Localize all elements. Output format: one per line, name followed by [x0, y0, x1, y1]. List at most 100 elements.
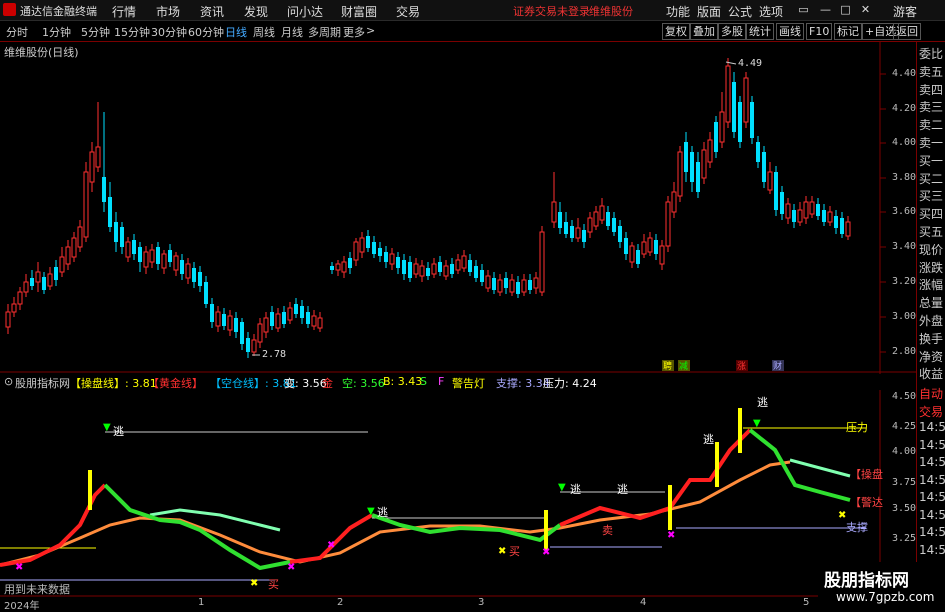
escape-signal-2: 逃: [377, 506, 388, 519]
restore-window-icon[interactable]: ▭: [796, 2, 811, 17]
event-tag-zhang[interactable]: 涨: [737, 359, 746, 372]
close-icon[interactable]: ✕: [858, 2, 873, 17]
menu-caifuquan[interactable]: 财富圈: [341, 3, 377, 20]
period-monthly[interactable]: 月线: [281, 24, 303, 40]
candle-body: [108, 197, 112, 227]
menu-faxian[interactable]: 发现: [244, 3, 268, 20]
candle-body: [822, 210, 826, 222]
candle-body: [17, 291, 23, 305]
menu-gongneng[interactable]: 功能: [666, 3, 690, 20]
menu-gongshi[interactable]: 公式: [728, 3, 752, 20]
maximize-icon[interactable]: □: [838, 2, 853, 17]
menu-shichang[interactable]: 市场: [156, 3, 180, 20]
candle-body: [95, 146, 101, 168]
indicator-name[interactable]: 股朋指标网: [15, 375, 70, 391]
tool-diejia[interactable]: 叠加: [690, 23, 718, 40]
period-fenshi[interactable]: 分时: [6, 24, 28, 40]
gear-icon[interactable]: ⊙: [4, 375, 13, 388]
menu-jiaoyi[interactable]: 交易: [396, 3, 420, 20]
period-5min[interactable]: 5分钟: [81, 24, 110, 40]
svg-text:✖: ✖: [15, 562, 23, 573]
candle-body: [443, 265, 449, 277]
candlestick-chart[interactable]: [0, 42, 916, 374]
indicator-chart[interactable]: ▼ ▼ ▼ ▼ ✖ ✖ ✖ ✖ ✖ ✖ ✖ ✖: [0, 390, 916, 597]
auto-trade-label[interactable]: 自动: [919, 385, 943, 402]
price-axis-label: 4.40: [892, 68, 917, 79]
tool-f10[interactable]: F10: [806, 23, 833, 40]
tool-fuquan[interactable]: 复权: [662, 23, 690, 40]
candle-body: [792, 210, 796, 222]
candle-body: [5, 311, 11, 328]
candle-body: [714, 122, 718, 152]
guest-label[interactable]: 游客: [893, 3, 917, 20]
time-label: 14:5: [919, 437, 945, 452]
minimize-icon[interactable]: —: [818, 2, 833, 17]
period-30min[interactable]: 30分钟: [151, 24, 187, 40]
watermark-title: 股朋指标网: [824, 571, 909, 591]
quote-field-label: 卖三: [919, 100, 944, 115]
svg-text:✖: ✖: [287, 562, 295, 573]
candle-body: [173, 255, 179, 271]
escape-signal-1: 逃: [113, 425, 124, 438]
menu-hangqing[interactable]: 行情: [112, 3, 136, 20]
candle-body: [509, 279, 515, 293]
tool-fanhui[interactable]: 返回: [893, 23, 921, 40]
quote-field-label: 收益: [919, 367, 944, 382]
menu-banmian[interactable]: 版面: [697, 3, 721, 20]
event-tag-jian[interactable]: 减: [679, 359, 688, 372]
indicator-axis-label: 3.25: [892, 533, 917, 544]
candle-body: [504, 278, 508, 288]
candle-body: [774, 172, 778, 210]
period-multi[interactable]: 多周期: [308, 24, 341, 40]
price-axis-label: 3.60: [892, 206, 917, 217]
candle-body: [83, 171, 89, 238]
tool-biaoji[interactable]: 标记: [834, 23, 862, 40]
high-price-label: 4.49: [738, 58, 763, 69]
candle-body: [485, 275, 491, 289]
candle-body: [767, 171, 773, 191]
tool-duogu[interactable]: 多股: [718, 23, 746, 40]
period-daily[interactable]: 日线: [225, 24, 247, 40]
candle-body: [275, 313, 281, 329]
date-label-year: 2024年: [4, 601, 40, 612]
buy-signal-1: 买: [509, 545, 520, 558]
quote-field-label: 卖一: [919, 136, 944, 150]
quote-field-label: 买一: [919, 153, 944, 168]
menu-wenxiaoda[interactable]: 问小达: [287, 3, 323, 20]
candle-body: [419, 265, 425, 277]
event-tag-cai[interactable]: 财: [773, 359, 782, 372]
tool-huaxian[interactable]: 画线: [776, 23, 804, 40]
auto-trade-label[interactable]: 交易: [919, 403, 943, 420]
period-weekly[interactable]: 周线: [253, 24, 275, 40]
tool-tongji[interactable]: 统计: [746, 23, 774, 40]
candle-body: [570, 226, 574, 238]
candle-body: [582, 230, 586, 242]
period-60min[interactable]: 60分钟: [188, 24, 224, 40]
candle-body: [65, 246, 71, 265]
candle-body: [480, 270, 484, 282]
indicator-axis-label: 3.75: [892, 477, 917, 488]
candle-body: [215, 311, 221, 327]
candle-body: [161, 253, 167, 269]
period-more[interactable]: 更多: [343, 24, 365, 40]
candle-body: [497, 279, 503, 293]
chevron-right-icon[interactable]: >: [366, 24, 375, 37]
candle-body: [89, 151, 95, 183]
candle-body: [263, 317, 269, 333]
quote-field-label: 买四: [919, 207, 944, 222]
candle-body: [606, 212, 610, 226]
candle-body: [30, 278, 34, 286]
candle-body: [408, 262, 412, 278]
price-axis-label: 4.00: [892, 137, 917, 148]
period-1min[interactable]: 1分钟: [42, 24, 71, 40]
menu-zixun[interactable]: 资讯: [200, 3, 224, 20]
event-tag-pin[interactable]: 聘: [663, 359, 672, 372]
menu-xuanxiang[interactable]: 选项: [759, 3, 783, 20]
candle-body: [353, 241, 359, 261]
candle-body: [701, 149, 707, 179]
candle-body: [306, 312, 310, 324]
time-label: 14:5: [919, 525, 945, 539]
quote-field-label: 卖五: [919, 64, 944, 79]
trade-login-notice[interactable]: 证券交易未登录: [513, 3, 590, 19]
period-15min[interactable]: 15分钟: [114, 24, 150, 40]
